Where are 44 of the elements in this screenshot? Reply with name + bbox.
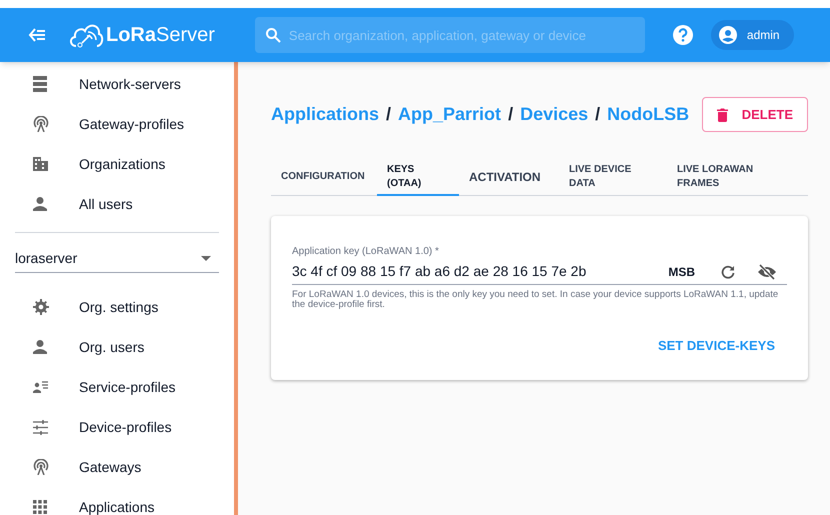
search-icon: [264, 27, 281, 43]
tab[interactable]: LIVE DEVICE DATA: [559, 159, 667, 196]
breadcrumb-separator: /: [508, 103, 514, 126]
dropdown-icon: [201, 256, 211, 261]
delete-button[interactable]: DELETE: [702, 97, 808, 132]
tab[interactable]: CONFIGURATION: [271, 159, 377, 196]
byte-order-toggle[interactable]: MSB: [668, 262, 695, 280]
nav-item[interactable]: Applications: [0, 487, 234, 515]
organization-select[interactable]: loraserver: [15, 245, 219, 273]
eye-off-icon[interactable]: [757, 264, 777, 280]
tab[interactable]: LIVE LORAWAN FRAMES: [667, 159, 777, 196]
nav-item[interactable]: Device-profiles: [0, 407, 234, 447]
app-grid-icon: [33, 500, 47, 514]
trash-icon: [716, 108, 728, 122]
building-icon: [33, 157, 48, 171]
nav-item[interactable]: Gateways: [0, 447, 234, 487]
antenna-icon: [33, 459, 49, 475]
person-icon: [33, 197, 47, 211]
field-label: Application key (LoRaWAN 1.0) *: [292, 245, 440, 259]
logo-text: LoRaServer: [106, 23, 215, 48]
server-icon: [33, 76, 47, 92]
tab[interactable]: ACTIVATION: [459, 159, 559, 196]
antenna-icon: [33, 116, 49, 132]
menu-collapse-icon[interactable]: [28, 28, 46, 42]
nav-item[interactable]: Organizations: [0, 144, 234, 184]
nav-item[interactable]: Service-profiles: [0, 367, 234, 407]
tab[interactable]: KEYS (OTAA): [377, 159, 459, 196]
helper-text: For LoRaWAN 1.0 devices, this is the only key you need to set. In case your device supports LoRaWAN 1.1, update the device-profile first.: [292, 290, 780, 310]
nav-item[interactable]: Org. settings: [0, 287, 234, 327]
breadcrumb-separator: /: [595, 103, 600, 126]
nav-item[interactable]: Network-servers: [0, 64, 234, 104]
nav-item[interactable]: All users: [0, 184, 234, 224]
nav-item[interactable]: Gateway-profiles: [0, 104, 234, 144]
application-key-field[interactable]: 3c 4f cf 09 88 15 f7 ab a6 d2 ae 28 16 15 7e 2b MSB: [292, 259, 787, 285]
help-icon[interactable]: [672, 25, 693, 45]
refresh-icon[interactable]: [721, 264, 735, 278]
user-button[interactable]: admin: [710, 20, 794, 50]
person-list-icon: [33, 381, 49, 393]
nav-item[interactable]: Org. users: [0, 327, 234, 367]
breadcrumb-separator: /: [386, 103, 392, 126]
account-icon: [718, 26, 737, 44]
sliders-icon: [33, 420, 48, 434]
settings-icon: [33, 299, 49, 315]
person-icon: [33, 340, 47, 354]
